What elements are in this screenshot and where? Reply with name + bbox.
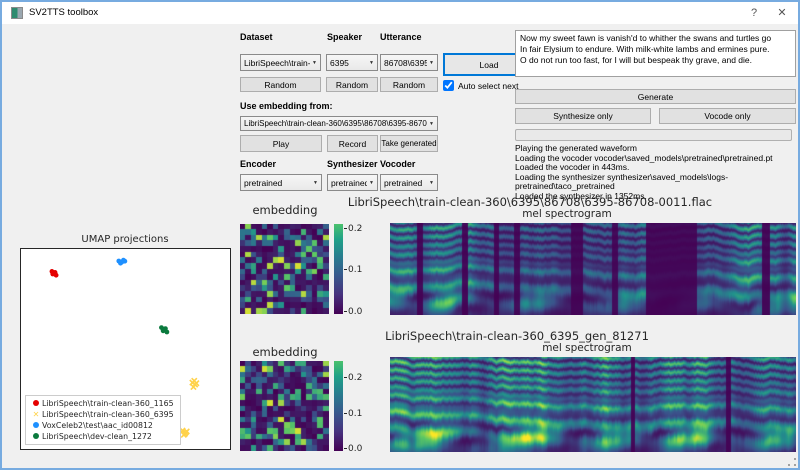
utterance-combobox-value: 86708\6395 [384, 58, 427, 68]
colorbar-tick: 0.0 [344, 444, 362, 454]
umap-legend: LibriSpeech\train-clean-360_1165 ✕ Libri… [25, 395, 181, 445]
spectrogram-title-2: LibriSpeech\train-clean-360_6395_gen_812… [332, 329, 702, 343]
colorbar-1 [334, 224, 343, 314]
legend-marker [30, 433, 42, 441]
record-button[interactable]: Record [327, 135, 378, 152]
colorbar-2 [334, 361, 343, 451]
legend-label: VoxCeleb2\test\aac_id00812 [42, 421, 153, 430]
colorbar-tick: 0.2 [344, 373, 362, 383]
app-icon [11, 7, 23, 19]
embedding-heatmap-2 [240, 361, 329, 451]
random-utterance-button[interactable]: Random [380, 77, 438, 92]
resize-grip[interactable] [788, 458, 796, 466]
speaker-label: Speaker [327, 32, 362, 42]
mel-spectrogram-1 [390, 223, 796, 315]
embedding-title-2: embedding [240, 345, 330, 359]
legend-item: VoxCeleb2\test\aac_id00812 [30, 420, 176, 431]
chevron-down-icon: ▼ [313, 180, 318, 186]
embedding-heatmap-1 [240, 224, 329, 314]
utterance-label: Utterance [380, 32, 422, 42]
synthesizer-combobox[interactable]: pretrained ▼ [327, 174, 378, 191]
colorbar-tick: 0.0 [344, 307, 362, 317]
title-bar[interactable]: SV2TTS toolbox ? ✕ [2, 2, 798, 24]
synthesizer-combobox-value: pretrained [331, 178, 367, 188]
legend-label: LibriSpeech\dev-clean_1272 [42, 432, 152, 441]
colorbar-tick: 0.1 [344, 409, 362, 419]
encoder-label: Encoder [240, 159, 276, 169]
status-log: Playing the generated waveform Loading t… [515, 144, 800, 202]
random-speaker-button[interactable]: Random [326, 77, 378, 92]
legend-marker: ✕ [30, 411, 42, 419]
take-generated-button[interactable]: Take generated [380, 135, 438, 152]
vocoder-combobox-value: pretrained [384, 178, 427, 188]
help-button[interactable]: ? [739, 2, 769, 24]
generation-text-input[interactable]: Now my sweet fawn is vanish'd to whither… [515, 30, 796, 77]
synthesize-only-button[interactable]: Synthesize only [515, 108, 651, 124]
synthesizer-label: Synthesizer [327, 159, 378, 169]
legend-item: ✕ LibriSpeech\train-clean-360_6395 [30, 409, 176, 420]
embedding-title-1: embedding [240, 203, 330, 217]
play-button[interactable]: Play [240, 135, 322, 152]
chevron-down-icon: ▼ [312, 60, 317, 66]
umap-title: UMAP projections [50, 234, 200, 245]
spectrogram-subtitle-1: mel spectrogram [422, 208, 712, 220]
mel-spectrogram-2 [390, 357, 796, 452]
auto-select-label: Auto select next [458, 81, 518, 91]
encoder-combobox-value: pretrained [244, 178, 311, 188]
dataset-combobox[interactable]: LibriSpeech\train-cle ▼ [240, 54, 321, 71]
chevron-down-icon: ▼ [369, 60, 374, 66]
embedding-source-combobox[interactable]: LibriSpeech\train-clean-360\6395\86708\6… [240, 116, 438, 131]
vocode-only-button[interactable]: Vocode only [659, 108, 796, 124]
app-window: SV2TTS toolbox ? ✕ Dataset Speaker Utter… [0, 0, 800, 470]
window-title: SV2TTS toolbox [29, 7, 98, 18]
embedding-source-value: LibriSpeech\train-clean-360\6395\86708\6… [244, 119, 427, 128]
colorbar-tick: 0.2 [344, 224, 362, 234]
legend-label: LibriSpeech\train-clean-360_6395 [42, 410, 174, 419]
close-icon[interactable]: ✕ [767, 2, 797, 24]
colorbar-tick: 0.1 [344, 265, 362, 275]
legend-marker [30, 400, 42, 408]
use-embedding-label: Use embedding from: [240, 101, 333, 111]
log-line: Loading the synthesizer synthesizer\save… [515, 173, 800, 192]
spectrogram-subtitle-2: mel spectrogram [442, 342, 732, 354]
chevron-down-icon: ▼ [429, 121, 434, 127]
dataset-combobox-value: LibriSpeech\train-cle [244, 58, 310, 68]
encoder-combobox[interactable]: pretrained ▼ [240, 174, 322, 191]
auto-select-checkbox[interactable] [443, 80, 454, 91]
speaker-combobox-value: 6395 [330, 58, 367, 68]
chevron-down-icon: ▼ [369, 180, 374, 186]
spectrogram-title-1: LibriSpeech\train-clean-360\6395\86708\6… [335, 195, 725, 209]
legend-label: LibriSpeech\train-clean-360_1165 [42, 399, 174, 408]
generate-button[interactable]: Generate [515, 89, 796, 104]
utterance-combobox[interactable]: 86708\6395 ▼ [380, 54, 438, 71]
umap-plot: LibriSpeech\train-clean-360_1165 ✕ Libri… [20, 248, 231, 450]
legend-item: LibriSpeech\dev-clean_1272 [30, 431, 176, 442]
chevron-down-icon: ▼ [429, 60, 434, 66]
chevron-down-icon: ▼ [429, 180, 434, 186]
dataset-label: Dataset [240, 32, 273, 42]
vocoder-combobox[interactable]: pretrained ▼ [380, 174, 438, 191]
speaker-combobox[interactable]: 6395 ▼ [326, 54, 378, 71]
progress-bar [515, 129, 792, 141]
random-dataset-button[interactable]: Random [240, 77, 321, 92]
legend-marker [30, 422, 42, 430]
legend-item: LibriSpeech\train-clean-360_1165 [30, 398, 176, 409]
vocoder-label: Vocoder [380, 159, 415, 169]
